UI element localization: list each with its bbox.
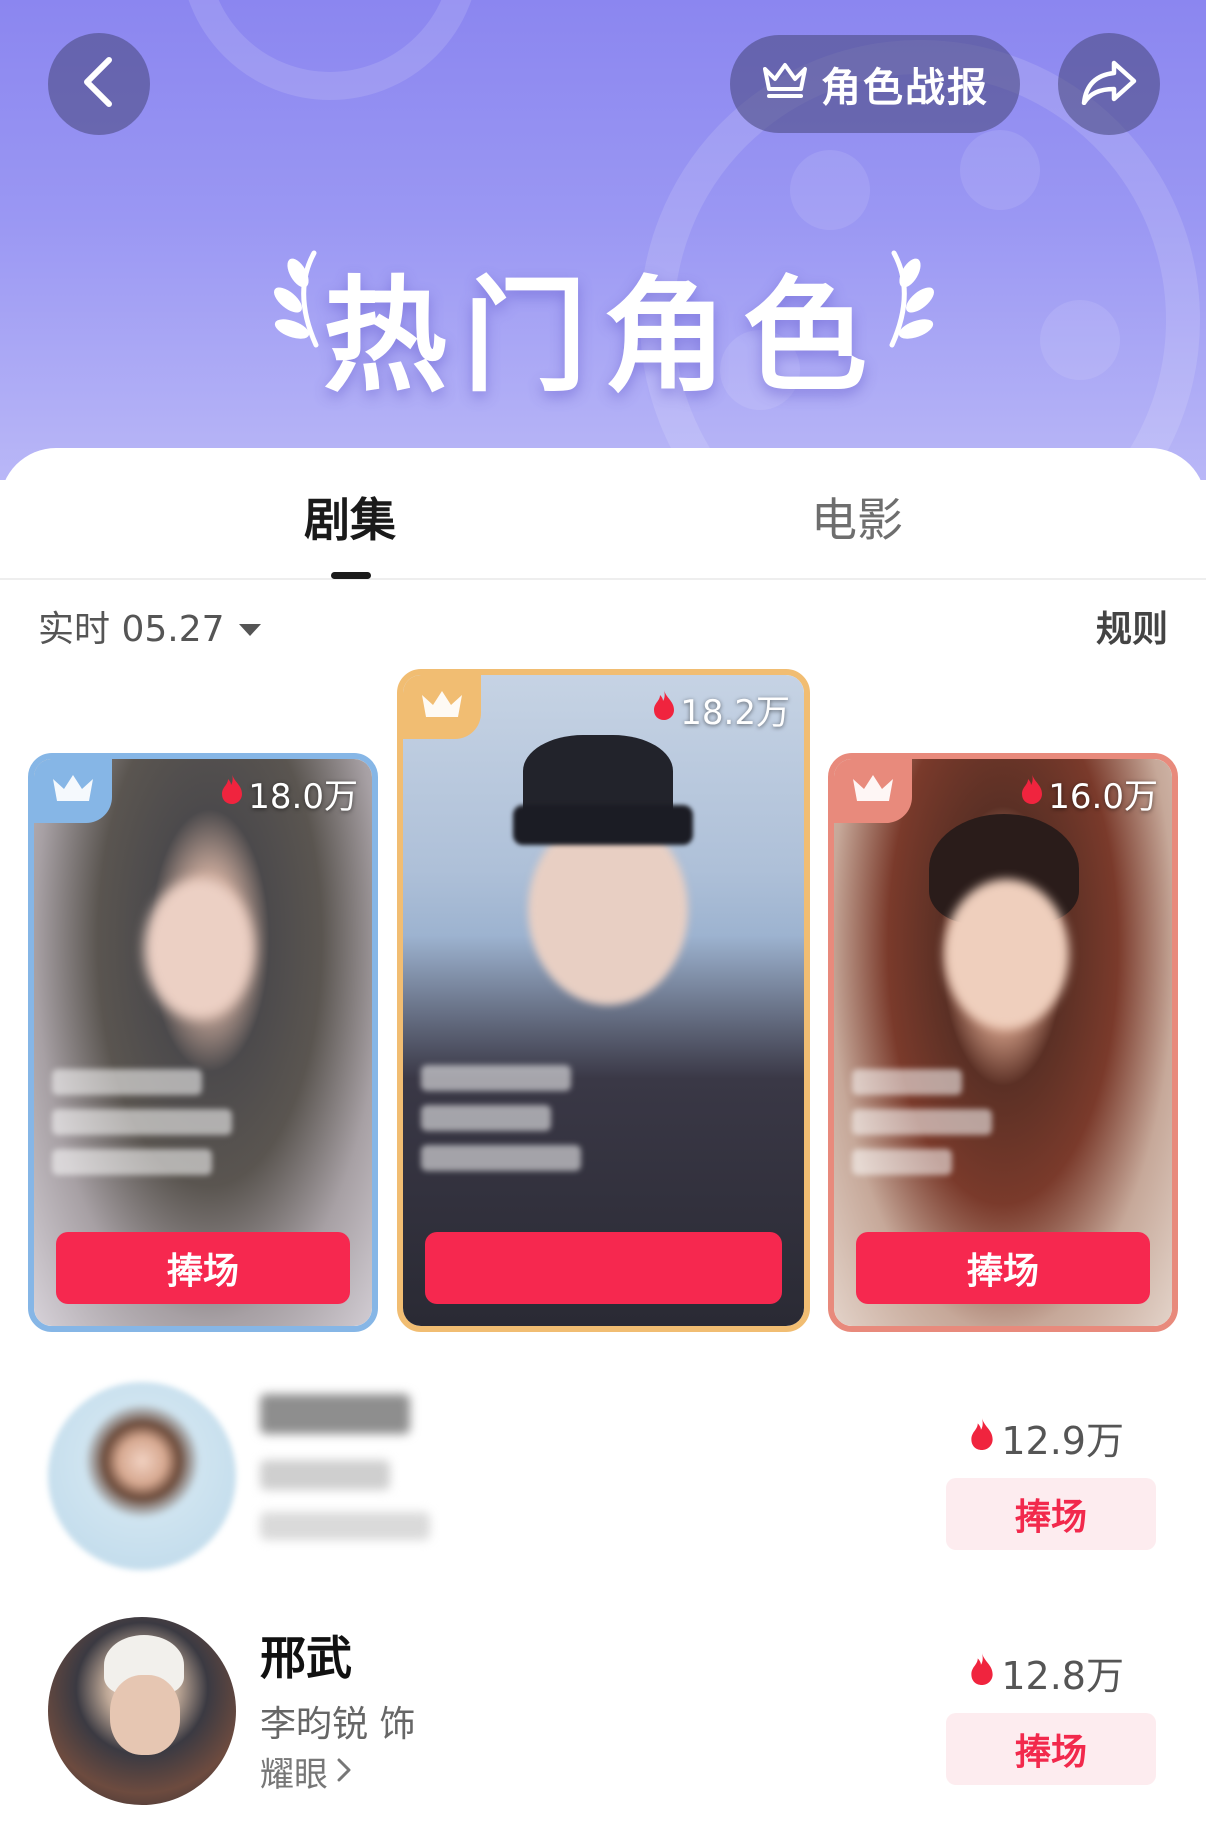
banner-title: 热门角色 (322, 265, 883, 409)
heat-value: 18.0万 (248, 777, 358, 817)
avatar (48, 1617, 236, 1805)
heat-score: 16.0万 (1020, 769, 1158, 818)
rank-badge (403, 675, 481, 739)
heat-score: 18.0万 (220, 769, 358, 818)
header-banner: 角色战报 热门角色 (0, 0, 1206, 480)
date-filter-dropdown[interactable]: 实时 05.27 (38, 600, 263, 652)
rules-link[interactable]: 规则 (1096, 600, 1168, 652)
film-reel-hole (790, 150, 870, 230)
back-button[interactable] (48, 33, 150, 135)
date-filter-label: 实时 05.27 (38, 609, 225, 650)
actor-name: 李昀锐 饰 (260, 1704, 416, 1745)
heat-value: 18.2万 (680, 693, 790, 733)
character-photo (403, 675, 804, 1326)
share-button[interactable] (1058, 33, 1160, 135)
podium-card-rank-2[interactable]: 18.0万 捧场 (28, 753, 378, 1332)
tab-series[interactable]: 剧集 (250, 484, 450, 550)
rank-badge (34, 759, 112, 823)
show-name: 耀眼 (260, 1755, 328, 1795)
rank-badge (834, 759, 912, 823)
category-tabs: 剧集 电影 (0, 448, 1206, 580)
laurel-right-icon (870, 245, 950, 359)
list-item-rank-4[interactable]: 12.9万 捧场 (0, 1382, 1206, 1572)
cheer-button[interactable]: 捧场 (56, 1232, 350, 1304)
character-name: 邢武 (260, 1631, 352, 1685)
actor-name-redacted (260, 1460, 390, 1490)
heat-value: 16.0万 (1048, 777, 1158, 817)
heat-score: 12.9万 (969, 1410, 1124, 1465)
role-report-button[interactable]: 角色战报 (730, 35, 1020, 133)
tab-movie[interactable]: 电影 (757, 484, 957, 550)
avatar (48, 1382, 236, 1570)
chevron-left-icon (79, 56, 119, 112)
cheer-button[interactable]: 捧场 (946, 1478, 1156, 1550)
list-item-rank-5[interactable]: 邢武 李昀锐 饰 耀眼 12.8万 捧场 (0, 1617, 1206, 1807)
show-link[interactable]: 耀眼 (260, 1747, 352, 1796)
triangle-down-icon (237, 606, 263, 647)
heat-score: 12.8万 (969, 1645, 1124, 1700)
film-reel-decoration (180, 0, 480, 100)
crown-icon (420, 687, 464, 727)
flame-icon (969, 1416, 995, 1460)
flame-icon (652, 689, 676, 730)
show-name-redacted[interactable] (260, 1512, 430, 1540)
chevron-right-icon (336, 1752, 352, 1792)
role-report-label: 角色战报 (821, 65, 989, 111)
crown-icon (761, 59, 809, 109)
character-name-redacted (260, 1394, 410, 1434)
filter-row: 实时 05.27 规则 (0, 600, 1206, 660)
podium-card-rank-3[interactable]: 16.0万 捧场 (828, 753, 1178, 1332)
share-arrow-icon (1080, 59, 1138, 109)
cheer-button[interactable] (425, 1232, 782, 1304)
crown-icon (851, 771, 895, 811)
flame-icon (1020, 773, 1044, 814)
heat-value: 12.8万 (1001, 1654, 1124, 1698)
heat-value: 12.9万 (1001, 1419, 1124, 1463)
cheer-button[interactable]: 捧场 (946, 1713, 1156, 1785)
film-reel-hole (960, 130, 1040, 210)
crown-icon (51, 771, 95, 811)
podium-card-rank-1[interactable]: 18.2万 (397, 669, 810, 1332)
cheer-button[interactable]: 捧场 (856, 1232, 1150, 1304)
active-tab-indicator (331, 572, 371, 579)
flame-icon (969, 1651, 995, 1695)
heat-score: 18.2万 (652, 685, 790, 734)
flame-icon (220, 773, 244, 814)
